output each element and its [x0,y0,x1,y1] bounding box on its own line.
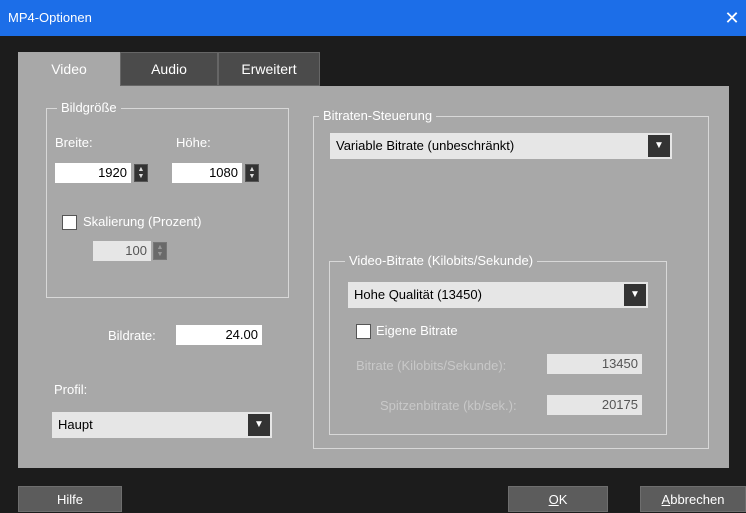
skalierung-input[interactable]: 100 [93,241,151,261]
title-bar: MP4-Optionen ✕ [0,0,746,36]
chevron-down-icon: ▼ [624,284,646,306]
spin-down-icon: ▼ [137,173,145,180]
help-button[interactable]: Hilfe [18,486,122,512]
skalierung-spinner[interactable]: ▲ ▼ [153,242,167,260]
tab-video[interactable]: Video [18,52,120,86]
close-icon[interactable]: ✕ [718,0,746,36]
window-title: MP4-Optionen [8,10,92,25]
profil-label: Profil: [54,382,88,397]
video-bitrate-legend: Video-Bitrate (Kilobits/Sekunde) [345,253,538,268]
breite-spinner[interactable]: ▲ ▼ [134,164,148,182]
breite-label: Breite: [55,135,93,150]
bitraten-steuerung-legend: Bitraten-Steuerung [319,108,437,123]
bitrate-mode-value: Variable Bitrate (unbeschränkt) [336,138,515,153]
video-bitrate-group: Video-Bitrate (Kilobits/Sekunde) Hohe Qu… [329,253,667,435]
bitrate-input[interactable]: 13450 [547,354,642,374]
eigene-bitrate-checkbox[interactable] [356,324,371,339]
spin-up-icon: ▲ [156,244,164,251]
spitzenbitrate-label: Spitzenbitrate (kb/sek.): [380,398,517,413]
bildgroesse-legend: Bildgröße [57,100,121,115]
cancel-mnemonic: A [661,491,671,507]
spitzenbitrate-input[interactable]: 20175 [547,395,642,415]
chevron-down-icon: ▼ [248,414,270,436]
quality-value: Hohe Qualität (13450) [354,287,482,302]
bitrate-label: Bitrate (Kilobits/Sekunde): [356,358,507,373]
hoehe-spinner[interactable]: ▲ ▼ [245,164,259,182]
bildrate-label: Bildrate: [108,328,156,343]
breite-input[interactable]: 1920 [55,163,131,183]
hoehe-input[interactable]: 1080 [172,163,242,183]
bitraten-steuerung-group: Bitraten-Steuerung Variable Bitrate (unb… [313,108,709,449]
spin-down-icon: ▼ [156,251,164,258]
bitrate-mode-select[interactable]: Variable Bitrate (unbeschränkt) ▼ [330,133,672,159]
spin-up-icon: ▲ [137,166,145,173]
ok-mnemonic: O [548,491,559,507]
skalierung-label: Skalierung (Prozent) [83,214,202,229]
cancel-label-rest: bbrechen [670,491,725,507]
profil-value: Haupt [58,417,93,432]
bildgroesse-group: Bildgröße Breite: Höhe: 1920 ▲ ▼ 1080 ▲ ▼ … [46,100,289,298]
hoehe-label: Höhe: [176,135,211,150]
chevron-down-icon: ▼ [648,135,670,157]
video-tab-panel: Bildgröße Breite: Höhe: 1920 ▲ ▼ 1080 ▲ ▼ … [18,86,729,468]
tab-audio[interactable]: Audio [120,52,218,86]
eigene-bitrate-label: Eigene Bitrate [376,323,458,338]
spin-down-icon: ▼ [248,173,256,180]
ok-button[interactable]: OK [508,486,608,512]
tab-erweitert[interactable]: Erweitert [218,52,320,86]
ok-label-rest: K [558,491,568,507]
cancel-button[interactable]: Abbrechen [640,486,746,512]
quality-select[interactable]: Hohe Qualität (13450) ▼ [348,282,648,308]
spin-up-icon: ▲ [248,166,256,173]
profil-select[interactable]: Haupt ▼ [52,412,272,438]
bildrate-input[interactable]: 24.00 [176,325,262,345]
skalierung-checkbox[interactable] [62,215,77,230]
